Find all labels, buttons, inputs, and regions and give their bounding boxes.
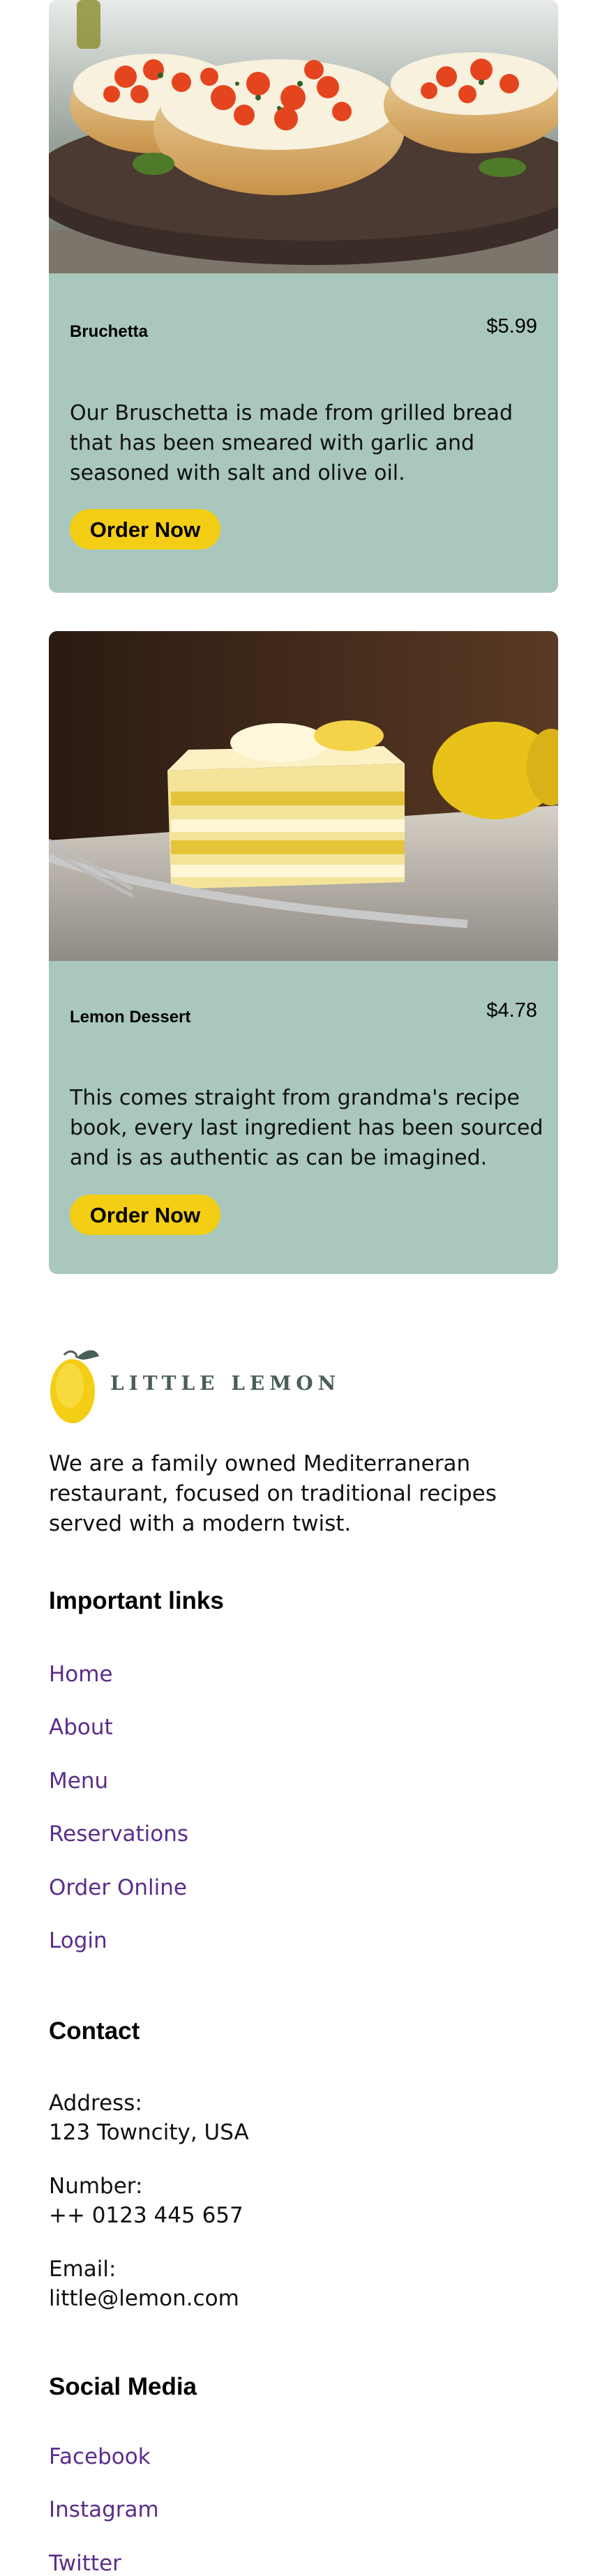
menu-item-description: This comes straight from grandma's recip…	[70, 1086, 543, 1170]
footer-link-reservations[interactable]: Reservations	[49, 1821, 188, 1847]
footer-about-text: We are a family owned Mediterraneran res…	[49, 1451, 497, 1536]
contact-heading: Contact	[49, 2017, 140, 2045]
menu-item-price: $5.99	[486, 315, 537, 338]
menu-item-name: Lemon Dessert	[70, 1008, 191, 1026]
logo-wordmark: LITTLE LEMON	[110, 1372, 341, 1395]
menu-item-price: $4.78	[486, 999, 537, 1022]
email-label: Email:	[49, 2257, 117, 2282]
footer-link-login[interactable]: Login	[49, 1928, 107, 1953]
order-now-button[interactable]: Order Now	[70, 1195, 220, 1235]
menu-card-bruschetta: Bruchetta $5.99 Our Bruschetta is made f…	[49, 0, 558, 593]
little-lemon-logo[interactable]: LITTLE LEMON	[49, 1342, 370, 1426]
lemon-icon	[50, 1350, 99, 1423]
menu-item-description: Our Bruschetta is made from grilled brea…	[70, 401, 513, 485]
social-link-instagram[interactable]: Instagram	[49, 2497, 159, 2522]
address-value: 123 Towncity, USA	[49, 2120, 249, 2145]
footer-link-menu[interactable]: Menu	[49, 1768, 108, 1794]
menu-item-name: Bruchetta	[70, 322, 149, 341]
important-links-heading: Important links	[49, 1587, 224, 1614]
order-now-button[interactable]: Order Now	[70, 509, 220, 550]
social-link-facebook[interactable]: Facebook	[49, 2444, 151, 2469]
page: Bruchetta $5.99 Our Bruschetta is made f…	[0, 0, 593, 2576]
footer-link-home[interactable]: Home	[49, 1662, 113, 1687]
menu-card-lemon-dessert: Lemon Dessert $4.78 This comes straight …	[49, 631, 558, 1274]
number-label: Number:	[49, 2174, 143, 2199]
email-value: little@lemon.com	[49, 2286, 239, 2311]
footer-link-about[interactable]: About	[49, 1715, 113, 1740]
address-label: Address:	[49, 2091, 142, 2116]
lemon-dessert-image	[49, 631, 558, 961]
bruschetta-image	[49, 0, 558, 273]
footer-link-order-online[interactable]: Order Online	[49, 1875, 187, 1900]
social-link-twitter[interactable]: Twitter	[49, 2551, 121, 2576]
social-media-heading: Social Media	[49, 2373, 197, 2400]
number-value: ++ 0123 445 657	[49, 2203, 243, 2228]
